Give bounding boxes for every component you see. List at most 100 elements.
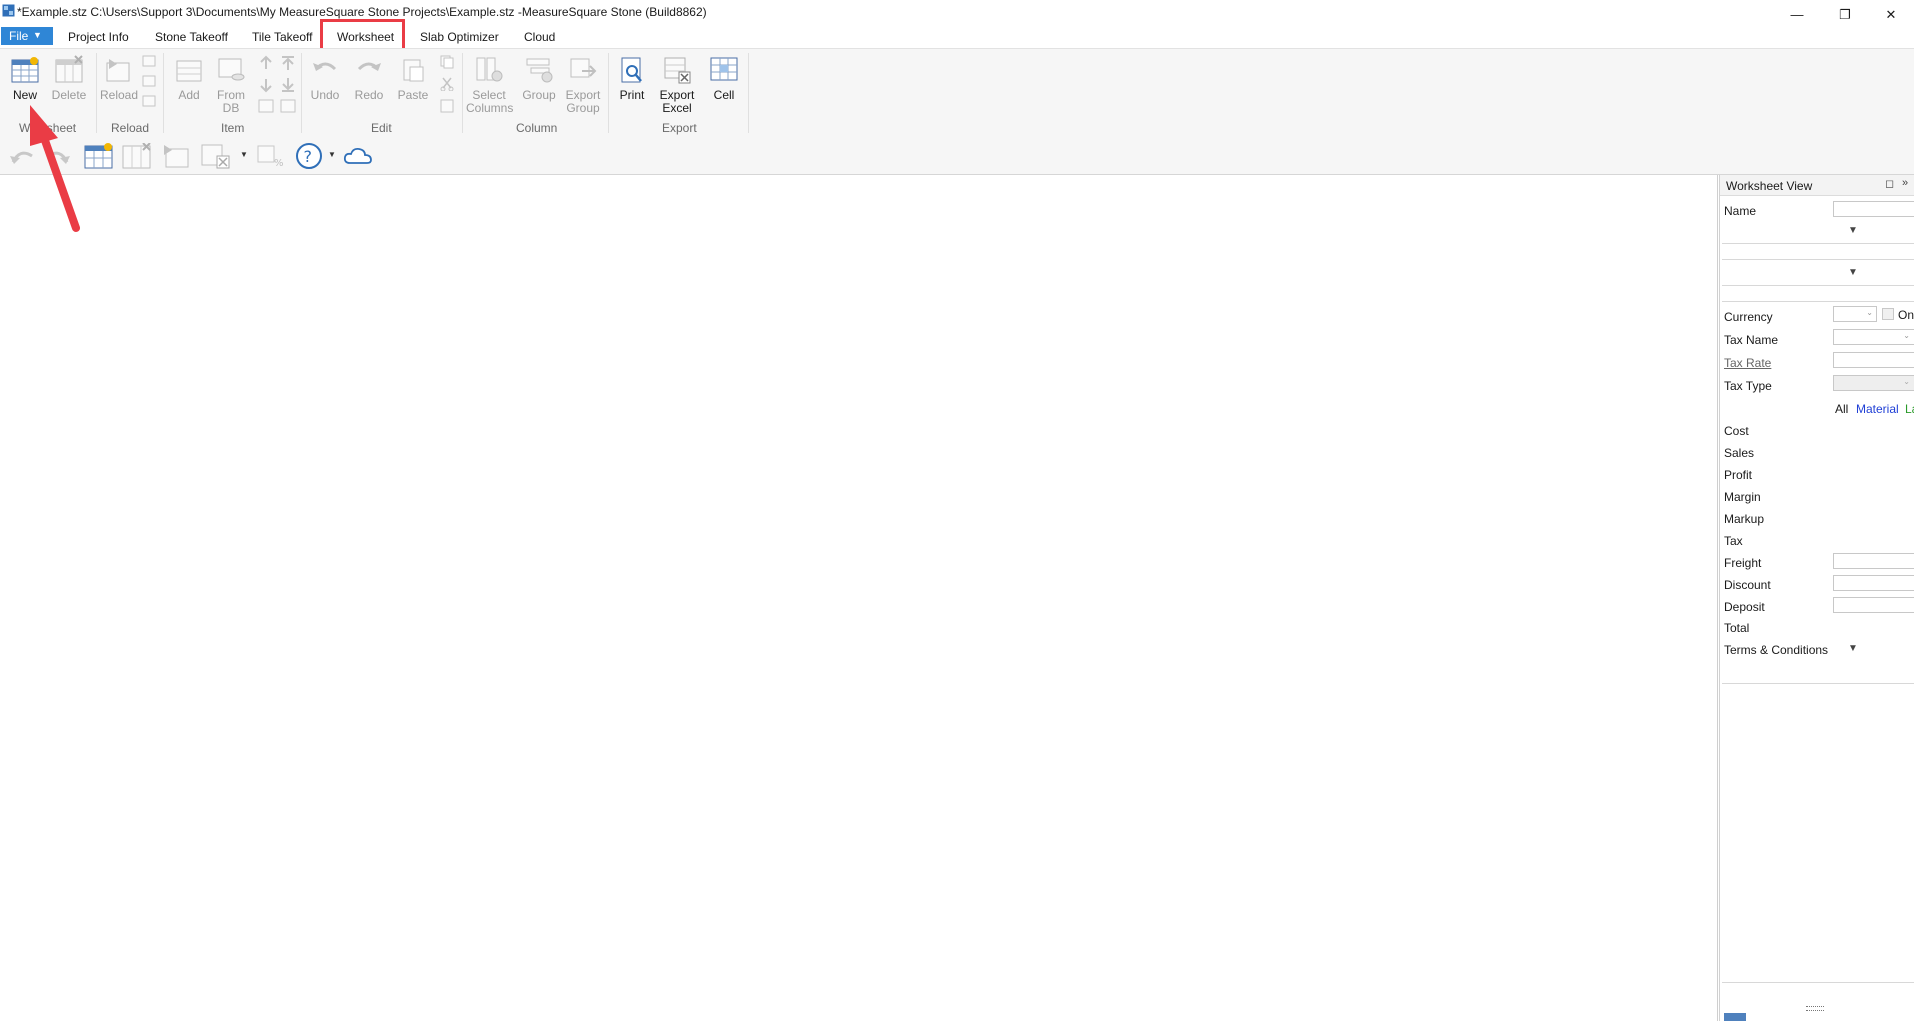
delete-worksheet-button[interactable]: Delete — [50, 55, 88, 102]
move-bottom-icon[interactable] — [280, 77, 296, 93]
deposit-input[interactable] — [1833, 597, 1914, 613]
panel-header: Worksheet View ◻ » — [1720, 175, 1914, 196]
summary-tax-label: Tax — [1724, 534, 1743, 548]
export-excel-label-2: Excel — [662, 101, 692, 115]
summary-profit-label: Profit — [1724, 468, 1753, 482]
move-down-icon[interactable] — [258, 77, 274, 93]
summary-total-label: Total — [1724, 621, 1750, 635]
redo-icon[interactable] — [44, 144, 72, 168]
tax-rate-link[interactable]: Tax Rate — [1724, 356, 1771, 370]
tax-rate-input[interactable] — [1833, 352, 1914, 368]
group-separator — [163, 53, 164, 133]
summary-deposit-label: Deposit — [1724, 600, 1765, 614]
summary-margin-label: Margin — [1724, 490, 1761, 504]
worksheet-document-area[interactable] — [0, 175, 1718, 1021]
redo-label: Redo — [354, 88, 384, 102]
chevron-down-icon[interactable]: ▼ — [1848, 267, 1858, 278]
panel-title: Worksheet View — [1726, 179, 1813, 193]
summary-freight-label: Freight — [1724, 556, 1762, 570]
add-label: Add — [178, 88, 200, 102]
group-separator — [462, 53, 463, 133]
new-worksheet-button[interactable]: New — [8, 55, 42, 102]
chevron-down-icon[interactable]: ▼ — [1848, 225, 1858, 236]
discount-input[interactable] — [1833, 575, 1914, 591]
reload-small-icon[interactable] — [142, 55, 156, 67]
name-label: Name — [1724, 204, 1757, 218]
tax-name-select[interactable]: ⌄ — [1833, 329, 1914, 345]
group-separator — [748, 53, 749, 133]
export-group-button[interactable]: Export Group — [562, 55, 604, 115]
tab-stone-takeoff[interactable]: Stone Takeoff — [155, 30, 228, 44]
delete-worksheet-icon[interactable] — [122, 143, 152, 169]
tab-slab-optimizer[interactable]: Slab Optimizer — [420, 30, 499, 44]
new-worksheet-icon[interactable] — [84, 143, 114, 169]
window-title: *Example.stz C:\Users\Support 3\Document… — [17, 5, 707, 19]
currency-label: Currency — [1724, 310, 1773, 324]
resize-grip[interactable] — [1806, 1006, 1824, 1011]
reload-icon[interactable] — [162, 143, 192, 169]
dropdown-arrow-icon[interactable]: ▼ — [328, 150, 336, 159]
currency-checkbox[interactable] — [1882, 308, 1894, 320]
ribbon: New Delete Worksheet Reload Reload Add F… — [0, 48, 1914, 140]
from-db-button[interactable]: From DB — [214, 55, 248, 115]
help-icon[interactable]: ? — [294, 142, 324, 170]
tax-type-label: Tax Type — [1724, 379, 1772, 393]
dropdown-arrow-icon[interactable]: ▼ — [240, 150, 248, 159]
paste-icon — [403, 59, 424, 82]
select-columns-button[interactable]: Select Columns — [466, 55, 513, 115]
tax-name-label: Tax Name — [1724, 333, 1779, 347]
new-label: New — [12, 88, 37, 102]
move-top-icon[interactable] — [280, 55, 296, 71]
tab-cloud[interactable]: Cloud — [524, 30, 555, 44]
redo-button[interactable]: Redo — [352, 55, 386, 102]
select-columns-icon — [476, 57, 503, 82]
float-panel-icon[interactable]: ◻ — [1885, 177, 1894, 190]
chevron-down-icon: ▼ — [33, 30, 42, 40]
cloud-icon[interactable] — [342, 145, 374, 167]
filter-labor[interactable]: La — [1905, 402, 1914, 416]
group-label-reload: Reload — [111, 121, 150, 135]
cut-icon[interactable] — [440, 77, 454, 91]
tab-tile-takeoff[interactable]: Tile Takeoff — [252, 30, 312, 44]
group-label-export: Export — [662, 121, 697, 135]
paste-label: Paste — [397, 88, 429, 102]
group-label-worksheet: Worksheet — [19, 121, 77, 135]
undo-button[interactable]: Undo — [308, 55, 342, 102]
reload-button[interactable]: Reload — [100, 55, 138, 102]
percent-icon[interactable]: % — [256, 144, 286, 168]
move-up-icon[interactable] — [258, 55, 274, 71]
insert-row-icon[interactable] — [258, 99, 274, 113]
add-item-button[interactable]: Add — [172, 55, 206, 102]
group-label: Group — [522, 88, 556, 102]
name-input[interactable] — [1833, 201, 1914, 217]
freight-input[interactable] — [1833, 553, 1914, 569]
svg-text:%: % — [274, 158, 284, 168]
copy-icon[interactable] — [440, 55, 454, 69]
group-button[interactable]: Group — [520, 55, 558, 102]
chevron-down-icon[interactable]: ▼ — [1848, 643, 1858, 654]
currency-select[interactable]: ⌄ — [1833, 306, 1877, 322]
tab-project-info[interactable]: Project Info — [68, 30, 129, 44]
file-menu[interactable]: File ▼ — [1, 27, 53, 45]
percent-icon[interactable] — [280, 99, 296, 113]
reload-small-icon[interactable] — [142, 95, 156, 107]
add-row-icon — [176, 60, 202, 82]
print-preview-icon — [621, 57, 642, 83]
redo-icon — [357, 62, 381, 71]
tax-type-select[interactable]: ⌄ — [1833, 375, 1914, 391]
export-excel-icon[interactable] — [200, 143, 232, 169]
filter-material[interactable]: Material — [1856, 402, 1899, 416]
divider — [1722, 301, 1914, 302]
group-separator — [301, 53, 302, 133]
collapse-panel-icon[interactable]: » — [1902, 177, 1908, 189]
filter-all[interactable]: All — [1835, 402, 1848, 416]
print-button[interactable]: Print — [614, 55, 650, 102]
undo-icon[interactable] — [8, 144, 36, 168]
export-group-label-2: Group — [566, 101, 600, 115]
clear-icon[interactable] — [440, 99, 454, 113]
group-label-column: Column — [516, 121, 558, 135]
reload-small-icon[interactable] — [142, 75, 156, 87]
paste-button[interactable]: Paste — [396, 55, 430, 102]
cell-button[interactable]: Cell — [708, 55, 740, 102]
export-excel-button[interactable]: Export Excel — [656, 55, 698, 115]
